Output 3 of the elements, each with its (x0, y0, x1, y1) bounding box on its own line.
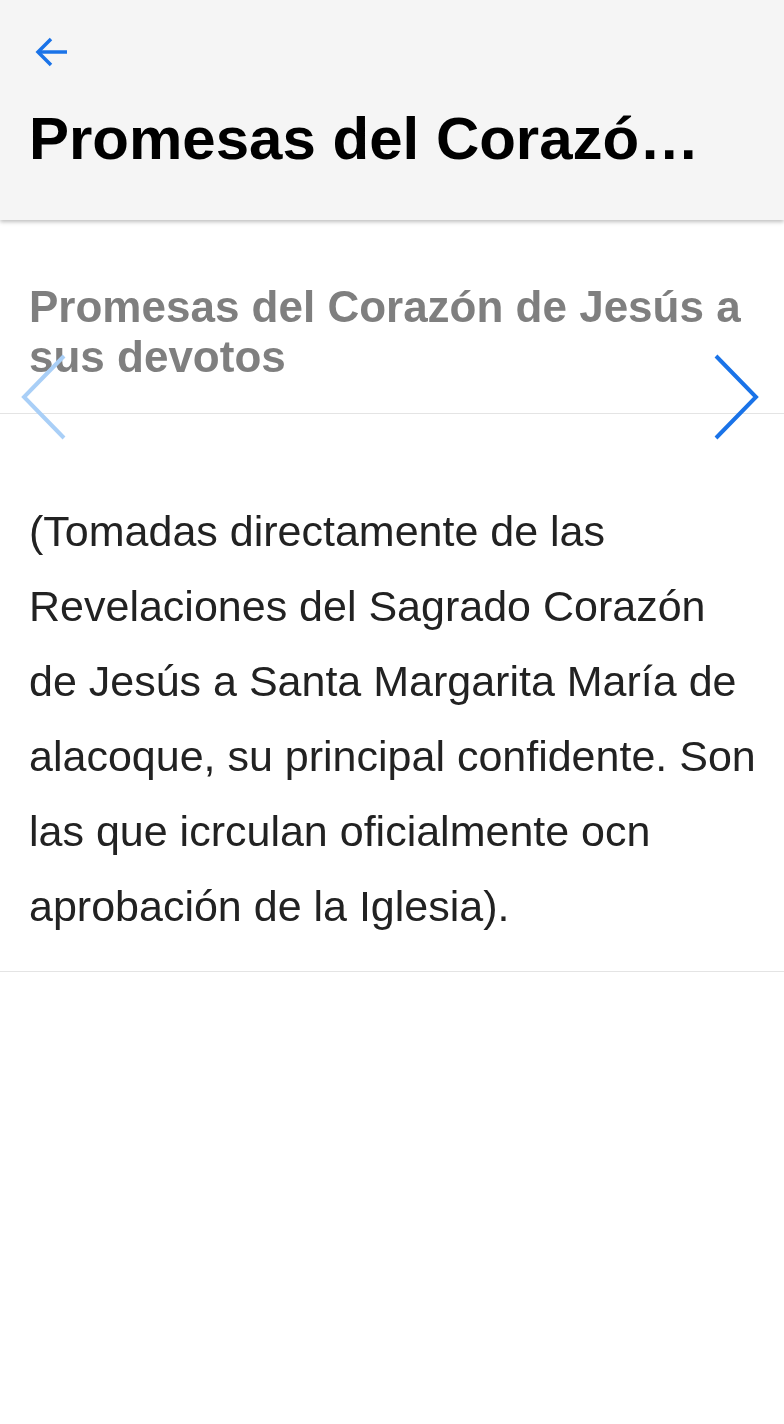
section-heading: Promesas del Corazón de Jesús a sus devotos (29, 282, 742, 382)
body-paragraph: (Tomadas directamente de las Revelaciones del Sagrado Corazón de Jesús a Santa Margarita María de alacoque, su principal confidente. Son las que icrculan oficialmente ocn aprobación de la Iglesia). (29, 506, 757, 932)
page-title: Promesas del Corazó… (29, 104, 701, 173)
